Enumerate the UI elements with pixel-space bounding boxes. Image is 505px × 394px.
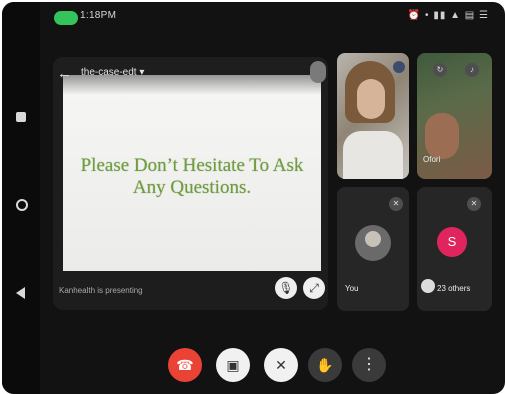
more-options-button[interactable]: ⋮ <box>352 348 386 382</box>
slide-text-line-1: Please Don’t Hesitate To Ask <box>80 155 304 176</box>
slide-text: Please Don’t Hesitate To Ask Any Questio… <box>63 155 321 199</box>
system-nav-bar <box>2 2 40 394</box>
pin-icon[interactable] <box>393 61 405 73</box>
end-call-button[interactable]: ☎ <box>168 348 202 382</box>
participant-2-label: Ofori <box>423 155 441 164</box>
call-controls: ☎ ▣ ✕ ✋ ⋮ <box>40 328 505 394</box>
muted-icon: ✕ <box>389 197 403 211</box>
presentation-header: ← the-case-edt ▾ <box>53 57 328 95</box>
status-bar: 1:18PM ⏰ • ▮▮ ▲ ▤ ☰ <box>40 2 505 32</box>
participant-tile-2[interactable]: ↻ ♪ Ofori <box>417 53 492 179</box>
participant-1-shirt <box>343 131 403 179</box>
others-avatar: S <box>437 227 467 257</box>
self-label: You <box>345 284 359 293</box>
presenter-label: Kanhealth is presenting <box>59 286 143 295</box>
participant-2-video <box>425 113 459 159</box>
others-tile[interactable]: ✕ S 23 others <box>417 187 492 311</box>
status-time: 1:18PM <box>80 10 117 21</box>
self-avatar <box>355 225 391 261</box>
layout-toggle[interactable] <box>310 61 326 83</box>
stacked-avatar <box>421 279 435 293</box>
participant-tile-1[interactable] <box>337 53 409 179</box>
expand-icon[interactable]: ⤢ <box>303 277 325 299</box>
audio-icon[interactable]: ♪ <box>465 63 479 77</box>
meeting-title[interactable]: the-case-edt ▾ <box>81 67 144 78</box>
self-tile[interactable]: ✕ You <box>337 187 409 311</box>
participant-1-face <box>357 79 385 119</box>
others-count-label: 23 others <box>437 284 471 293</box>
sync-icon[interactable]: ↻ <box>433 63 447 77</box>
presentation-panel[interactable]: ← the-case-edt ▾ Please Don’t Hesitate T… <box>53 57 328 310</box>
back-arrow-icon[interactable]: ← <box>57 65 72 82</box>
status-icons: ⏰ • ▮▮ ▲ ▤ ☰ <box>407 10 489 21</box>
muted-icon: ✕ <box>467 197 481 211</box>
presenter-mic-icon[interactable]: 🎙 <box>275 277 297 299</box>
slide-text-line-2: Any Questions. <box>132 177 252 198</box>
home-button[interactable] <box>16 199 28 211</box>
ongoing-call-indicator[interactable] <box>54 11 78 25</box>
raise-hand-button[interactable]: ✋ <box>308 348 342 382</box>
camera-off-button[interactable]: ▣ <box>216 348 250 382</box>
system-back-button[interactable] <box>16 287 25 299</box>
phone-frame: 1:18PM ⏰ • ▮▮ ▲ ▤ ☰ ← the-case-edt ▾ Ple… <box>2 2 505 394</box>
recents-button[interactable] <box>16 112 26 122</box>
mic-off-button[interactable]: ✕ <box>264 348 298 382</box>
